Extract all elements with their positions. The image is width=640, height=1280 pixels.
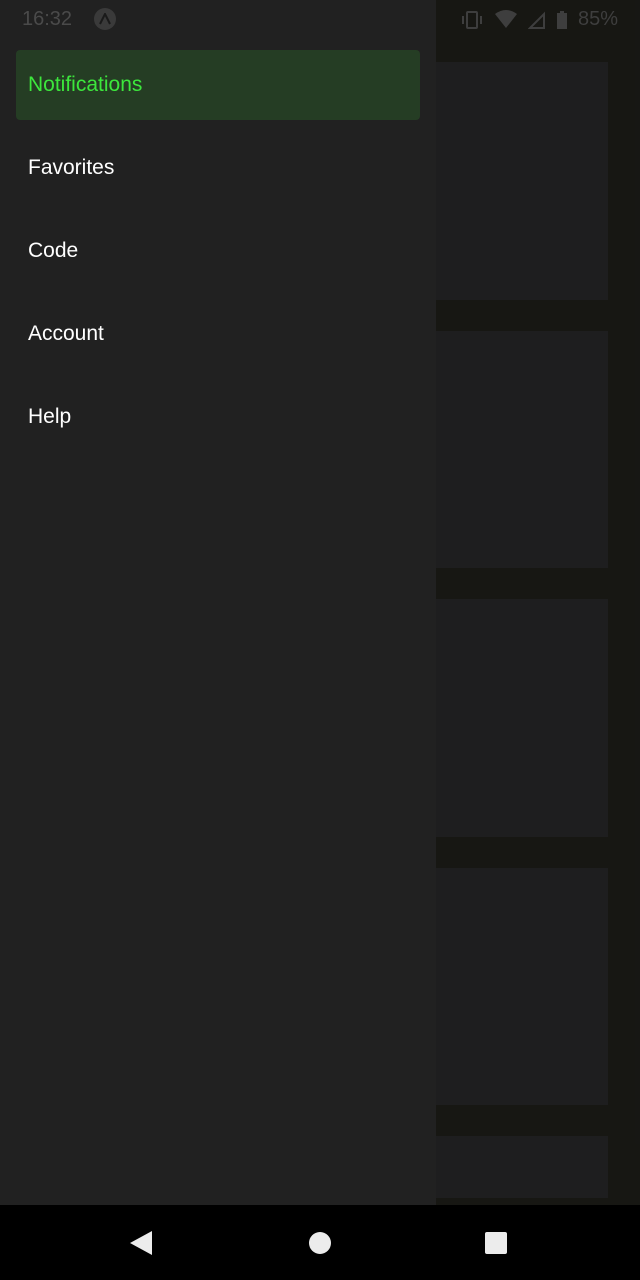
battery-icon [556, 10, 568, 30]
recents-icon[interactable] [484, 1231, 508, 1255]
drawer-item-notifications[interactable]: Notifications [16, 50, 420, 120]
status-icons: 85% [460, 8, 618, 31]
battery-percentage: 85% [577, 8, 618, 30]
status-bar: 16:32 85% [0, 0, 640, 40]
drawer-item-favorites[interactable]: Favorites [16, 133, 420, 203]
drawer-item-label: Notifications [28, 73, 143, 96]
screen: 16:32 85% Notifications Favorites Code A… [0, 0, 640, 1280]
back-icon[interactable] [128, 1230, 154, 1256]
drawer-item-code[interactable]: Code [16, 216, 420, 286]
wifi-icon [494, 9, 518, 30]
vibrate-icon [460, 10, 484, 30]
status-time: 16:32 [22, 8, 73, 30]
drawer-item-label: Help [28, 405, 72, 428]
drawer-item-label: Code [28, 239, 79, 262]
drawer-menu: Notifications Favorites Code Account Hel… [16, 50, 420, 465]
home-icon[interactable] [308, 1231, 332, 1255]
system-nav-bar [0, 1205, 640, 1280]
drawer-item-label: Favorites [28, 156, 115, 179]
drawer-item-account[interactable]: Account [16, 299, 420, 369]
app-notification-icon [94, 8, 116, 30]
drawer-item-label: Account [28, 322, 104, 345]
signal-icon [527, 10, 546, 30]
navigation-drawer: Notifications Favorites Code Account Hel… [0, 0, 436, 1205]
drawer-item-help[interactable]: Help [16, 382, 420, 452]
